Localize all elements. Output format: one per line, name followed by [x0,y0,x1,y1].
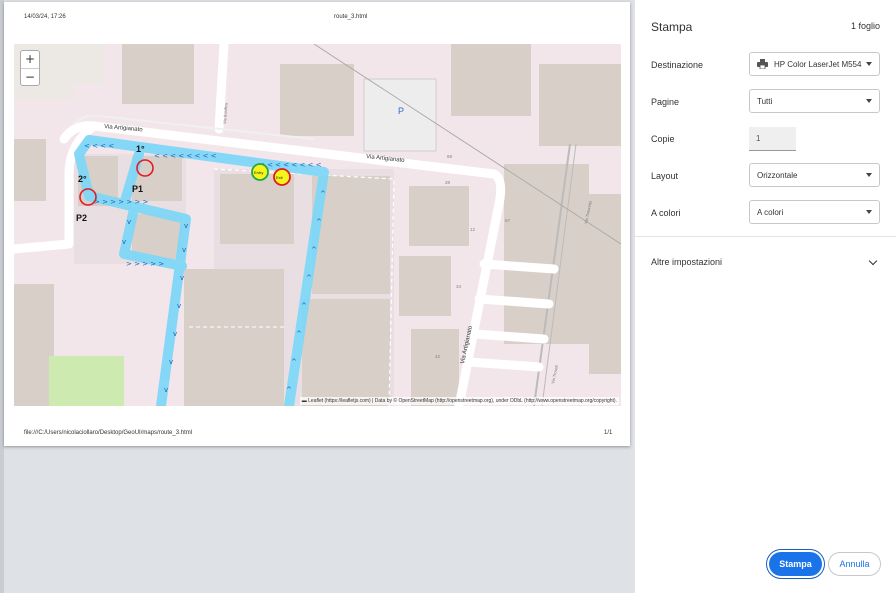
svg-text:v: v [180,274,184,282]
panel-title: Stampa [651,20,693,34]
zoom-in-button[interactable]: + [21,51,39,68]
chevron-down-icon [866,210,872,214]
map[interactable]: P < < < < < < < < < < < < < < < < < < < … [14,44,621,406]
copies-input[interactable] [749,127,796,151]
svg-text:^: ^ [306,274,312,282]
color-select[interactable]: A colori [749,200,880,224]
chevron-down-icon[interactable] [868,256,878,266]
building [539,64,621,146]
svg-text:< < < < < < < <: < < < < < < < < [154,152,217,160]
building [451,44,531,116]
copies-label: Copie [651,134,675,144]
svg-text:^: ^ [286,386,292,394]
point-label-p1: P1 [132,184,143,194]
svg-text:v: v [184,222,188,230]
color-value: A colori [757,207,784,217]
svg-text:v: v [182,246,186,254]
svg-text:v: v [169,358,173,366]
svg-text:v: v [177,302,181,310]
footer-path: file:///C:/Users/nicolaciollaro/Desktop/… [24,430,193,436]
zoom-out-button[interactable]: − [21,68,39,85]
map-canvas: P < < < < < < < < < < < < < < < < < < < … [14,44,621,406]
point-label-p2: P2 [76,213,87,223]
layout-value: Orizzontale [757,170,798,180]
point-label-2: 2° [78,174,87,184]
footer-page: 1/1 [604,430,613,436]
destination-label: Destinazione [651,60,704,70]
svg-text:v: v [122,238,126,246]
printer-icon [757,59,768,69]
svg-text:< < < <: < < < < [84,142,114,150]
svg-text:42: 42 [435,354,441,359]
header-datetime: 14/03/24, 17:26 [24,14,66,20]
svg-text:67: 67 [505,218,511,223]
svg-text:> > > > >: > > > > > [126,260,164,268]
zoom-control: + − [20,50,40,86]
svg-text:34: 34 [456,284,462,289]
svg-text:< < < < < < < <: < < < < < < < < [259,161,322,169]
building [399,256,451,316]
parking-label: P [398,106,404,116]
svg-text:28: 28 [445,180,451,185]
print-preview-area: 14/03/24, 17:26 route_3.html P < < < < <… [0,0,634,593]
point-label-1: 1° [136,144,145,154]
svg-text:69: 69 [447,154,453,159]
building [411,329,459,406]
building [280,64,354,136]
building [14,139,46,201]
destination-select[interactable]: HP Color LaserJet M554 [749,52,880,76]
svg-text:^: ^ [311,246,317,254]
building [184,269,284,406]
layout-label: Layout [651,171,679,181]
exit-label: Exit [276,175,284,180]
building [409,186,469,246]
cancel-button[interactable]: Annulla [828,552,881,576]
svg-text:v: v [173,330,177,338]
building [302,299,390,406]
svg-text:^: ^ [316,218,322,226]
pages-label: Pagine [651,97,680,107]
chevron-down-icon [866,62,872,66]
building [14,284,54,406]
pages-value: Tutti [757,96,773,106]
print-settings-panel: Stampa 1 foglio Destinazione HP Color La… [634,0,896,593]
pages-select[interactable]: Tutti [749,89,880,113]
green-area [49,356,124,406]
preview-sheet: 14/03/24, 17:26 route_3.html P < < < < <… [4,2,630,446]
print-button[interactable]: Stampa [769,552,822,576]
svg-text:^: ^ [296,330,302,338]
building [589,194,621,374]
entry-label: Entry [254,170,263,175]
svg-text:12: 12 [470,227,476,232]
destination-value: HP Color LaserJet M554 [774,59,862,69]
svg-text:v: v [164,386,168,394]
chevron-down-icon [866,99,872,103]
svg-text:^: ^ [301,302,307,310]
sheet-count: 1 foglio [850,21,880,31]
svg-text:^: ^ [320,190,326,198]
building [122,44,194,104]
svg-text:v: v [127,218,131,226]
header-title: route_3.html [334,14,368,20]
divider [635,236,896,237]
layout-select[interactable]: Orizzontale [749,163,880,187]
map-attribution[interactable]: ▬ Leaflet (https://leafletjs.com) | Data… [299,397,619,405]
more-settings-toggle[interactable]: Altre impostazioni [651,257,722,267]
svg-text:> > > > > > >: > > > > > > > [94,198,149,206]
chevron-down-icon [866,173,872,177]
svg-text:^: ^ [291,358,297,366]
color-label: A colori [651,208,681,218]
